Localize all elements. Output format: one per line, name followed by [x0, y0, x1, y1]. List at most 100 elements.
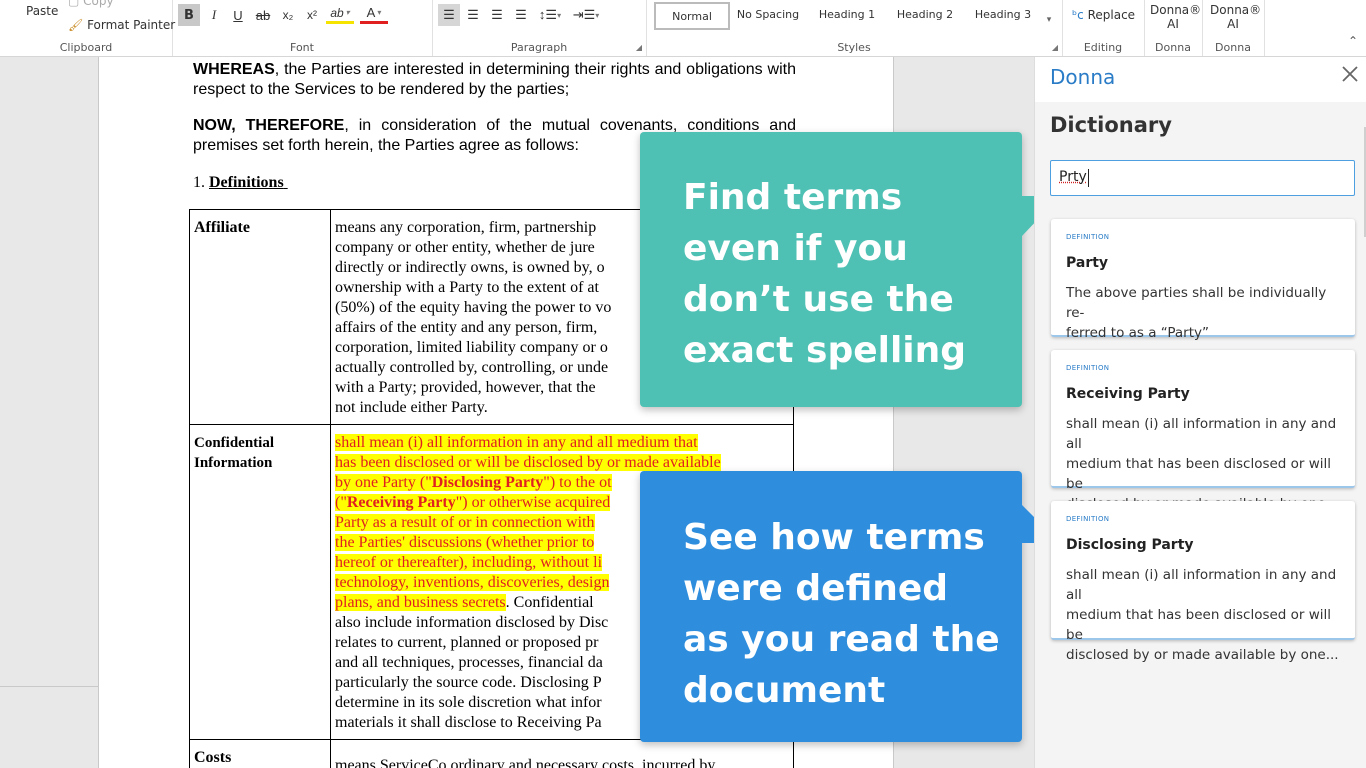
style-heading-2[interactable]: Heading 2 [888, 2, 962, 26]
definition-text: ordinary and necessary costs, incurred b… [446, 757, 716, 768]
term-costs: Costs [194, 749, 232, 766]
style-heading-1[interactable]: Heading 1 [810, 2, 884, 26]
highlighter-icon: ab [330, 5, 344, 20]
card-tag: DEFINITION [1066, 233, 1110, 241]
paste-button[interactable]: Paste [26, 4, 58, 18]
definition-card[interactable]: DEFINITION Disclosing Party shall mean (… [1051, 501, 1355, 663]
panel-header: Donna [1035, 57, 1366, 102]
line-spacing-icon: ↕☰ [538, 7, 558, 22]
style-heading-3[interactable]: Heading 3 [966, 2, 1040, 26]
term-cell: Affiliate [189, 209, 331, 425]
term-cell: Confidential Information [189, 424, 331, 740]
card-title: Party [1066, 255, 1109, 271]
callout-line: document [683, 670, 886, 711]
collapse-ribbon-icon[interactable]: ⌃ [1348, 34, 1358, 48]
card-tag: DEFINITION [1066, 364, 1110, 372]
align-center-button[interactable]: ☰ [462, 4, 484, 26]
style-no-spacing[interactable]: No Spacing [730, 2, 806, 26]
card-tag: DEFINITION [1066, 515, 1110, 523]
definition-card[interactable]: DEFINITION Party The above parties shall… [1051, 219, 1355, 341]
align-right-button[interactable]: ☰ [486, 4, 508, 26]
editing-label: Editing [1083, 41, 1123, 54]
callout-line: even if you [683, 228, 908, 269]
highlighted-text: by one Party ("Disclosing Party") to the… [335, 474, 612, 491]
align-right-icon: ☰ [491, 7, 503, 22]
underline-button[interactable]: U [228, 4, 248, 26]
highlight-button[interactable]: ab ▾ [326, 4, 354, 24]
term-cell: Costs [189, 739, 331, 768]
replace-button[interactable]: ᵇc Replace [1072, 8, 1135, 22]
donna-ai-button[interactable]: Donna® AI [1150, 3, 1201, 31]
font-color-button[interactable]: A ▾ [360, 4, 388, 24]
strikethrough-button[interactable]: ab [252, 4, 274, 26]
card-body: shall mean (i) all information in any an… [1066, 414, 1348, 514]
whereas-text: , the Parties are interested in determin… [193, 61, 796, 98]
align-left-icon: ☰ [443, 7, 455, 22]
misspelled-word[interactable]: ServiceCo [380, 757, 447, 768]
now-therefore-bold: NOW, THEREFORE [193, 117, 345, 134]
dictionary-search-input[interactable]: Prty [1050, 160, 1355, 196]
paragraph-group: ☰ ☰ ☰ ☰ ↕☰ ▾ ⇥☰ ▾ Paragraph ◢ [432, 0, 647, 56]
table-row: Costs means ServiceCo ordinary and neces… [189, 739, 794, 768]
donna-button-label-2: Donna® [1210, 3, 1262, 17]
chevron-down-icon: ▾ [377, 8, 382, 17]
highlighted-text: Party as a result of or in connection wi… [335, 514, 595, 531]
definition-card[interactable]: DEFINITION Receiving Party shall mean (i… [1051, 350, 1355, 512]
align-left-button[interactable]: ☰ [438, 4, 460, 26]
line-spacing-button[interactable]: ↕☰ ▾ [534, 4, 566, 26]
replace-icon: ᵇc [1072, 8, 1084, 22]
donna-button-sub-2: AI [1227, 17, 1239, 31]
callout-line: Find terms [683, 177, 903, 218]
clipboard-label: Clipboard [59, 41, 113, 54]
donna-ai-button-2[interactable]: Donna® AI [1210, 3, 1262, 31]
card-body-line: medium that has been disclosed or will b… [1066, 456, 1332, 492]
justify-button[interactable]: ☰ [510, 4, 532, 26]
callout-line: See how terms [683, 517, 985, 558]
card-body-line: The above parties shall be individually … [1066, 285, 1327, 321]
highlighted-text: ("Receiving Party") or otherwise acquire… [335, 494, 611, 511]
section-title: Definitions [209, 174, 284, 191]
style-normal[interactable]: Normal [654, 2, 730, 30]
whereas-bold: WHEREAS [193, 61, 275, 78]
bold-button[interactable]: B [178, 4, 200, 26]
donna-panel: Donna Dictionary Prty DEFINITION Party T… [1034, 57, 1366, 768]
section-number: 1. [193, 174, 205, 191]
callout-line: don’t use the [683, 279, 954, 320]
subscript-button[interactable]: x₂ [278, 4, 298, 26]
chevron-down-icon: ▾ [557, 10, 562, 20]
justify-icon: ☰ [515, 7, 527, 22]
font-group: B I U ab x₂ x² ab ▾ A ▾ Font [172, 0, 433, 56]
dialog-launcher-icon[interactable]: ◢ [1052, 43, 1058, 52]
definition-text: means [335, 757, 380, 768]
donna-button-sub: AI [1167, 17, 1179, 31]
definition-cell: means ServiceCo ordinary and necessary c… [330, 739, 794, 768]
superscript-button[interactable]: x² [302, 4, 322, 26]
font-label: Font [290, 41, 314, 54]
card-body: shall mean (i) all information in any an… [1066, 565, 1348, 665]
dialog-launcher-icon[interactable]: ◢ [636, 43, 642, 52]
highlighted-text-part: ") or otherwise acquired [455, 494, 611, 511]
close-icon [1342, 66, 1358, 82]
definition-line: shall mean (i) all information in any an… [335, 433, 789, 453]
format-painter-label: Format Painter [87, 18, 176, 32]
callout-line: as you read the [683, 619, 1000, 660]
highlighted-text-part: ") to the ot [543, 474, 612, 491]
indent-button[interactable]: ⇥☰ ▾ [570, 4, 602, 26]
whereas-paragraph: WHEREAS, the Parties are interested in d… [193, 60, 796, 100]
copy-button[interactable]: ▢ Copy [68, 0, 114, 8]
text-cursor [1088, 169, 1089, 187]
replace-label: Replace [1087, 8, 1136, 22]
callout-see-definitions: See how terms were defined as you read t… [640, 471, 1022, 742]
card-body-line: disclosed by or made available by one... [1066, 647, 1339, 663]
card-title: Receiving Party [1066, 386, 1190, 402]
clipboard-group: Paste ▢ Copy 🖌 Format Painter Clipboard [0, 0, 175, 56]
close-button[interactable] [1341, 65, 1361, 89]
editing-group: ᵇc Replace Editing [1062, 0, 1145, 56]
styles-more-icon[interactable]: ▾ [1042, 8, 1056, 30]
callout-find-terms: Find terms even if you don’t use the exa… [640, 132, 1022, 407]
format-painter-button[interactable]: 🖌 Format Painter [68, 18, 175, 32]
donna-label: Donna [1155, 41, 1191, 54]
paragraph-label: Paragraph [510, 41, 568, 54]
italic-button[interactable]: I [204, 4, 224, 26]
highlighted-text: the Parties' discussions (whether prior … [335, 534, 595, 551]
